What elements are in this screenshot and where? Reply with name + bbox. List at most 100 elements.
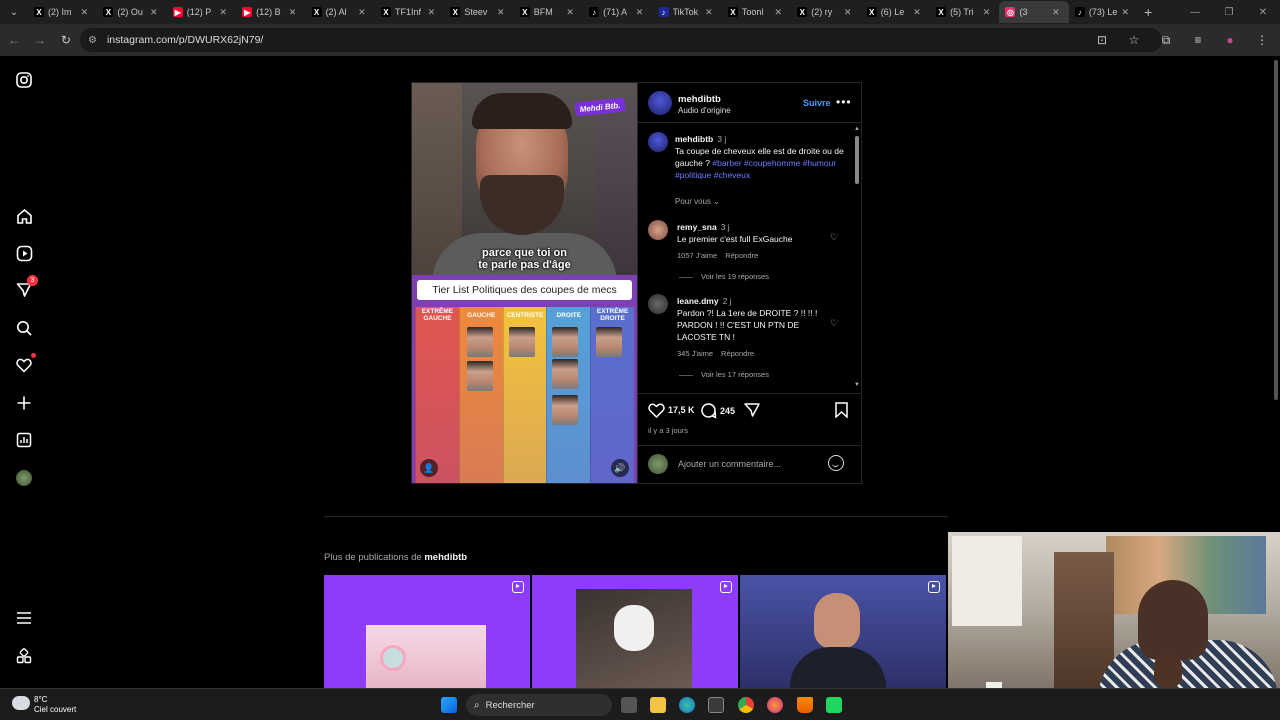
browser-tab[interactable]: X (2) Im ✕ [28, 1, 97, 23]
forward-button[interactable]: → [28, 28, 52, 52]
messages-icon[interactable]: 3 [12, 275, 38, 302]
browser-tab[interactable]: X (6) Le ✕ [861, 1, 930, 23]
like-button[interactable]: 17,5 K [648, 402, 695, 418]
browser-tab[interactable]: X Steev ✕ [444, 1, 513, 23]
firefox-icon[interactable] [767, 697, 783, 713]
reels-icon[interactable] [12, 241, 36, 265]
browser-tab[interactable]: ▶ (12) B ✕ [236, 1, 305, 23]
media-controls-icon[interactable]: ≡ [1186, 28, 1210, 52]
author-username[interactable]: mehdibtb [678, 94, 721, 105]
reply-button[interactable]: Répondre [725, 251, 758, 260]
store-icon[interactable] [708, 697, 724, 713]
browser-tab[interactable]: ♪ (73) Le ✕ [1069, 1, 1138, 23]
scroll-up-arrow[interactable]: ▲ [854, 126, 860, 132]
tab-close-icon[interactable]: ✕ [216, 7, 230, 18]
author-avatar[interactable] [648, 91, 672, 115]
scrollbar-thumb[interactable] [855, 136, 859, 184]
reply-button[interactable]: Répondre [721, 349, 754, 358]
browser-tab[interactable]: X TF1Inf ✕ [375, 1, 444, 23]
post-video[interactable]: Mehdi Btb. parce que toi on te parle pas… [412, 83, 637, 483]
comment-like-icon[interactable]: ♡ [830, 232, 838, 243]
tab-close-icon[interactable]: ✕ [633, 7, 647, 18]
add-comment-input[interactable]: Ajouter un commentaire... [678, 459, 781, 469]
install-app-icon[interactable]: ⊡ [1090, 28, 1114, 52]
tab-close-icon[interactable]: ✕ [494, 7, 508, 18]
tab-close-icon[interactable]: ✕ [979, 7, 993, 18]
tab-close-icon[interactable]: ✕ [77, 7, 91, 18]
tab-close-icon[interactable]: ✕ [702, 7, 716, 18]
cloud-icon[interactable] [12, 696, 30, 710]
comment-avatar[interactable] [648, 220, 668, 240]
grid-post[interactable] [324, 575, 530, 688]
volume-button[interactable]: 🔊 [611, 459, 629, 477]
more-menu-icon[interactable] [12, 606, 36, 630]
more-options-icon[interactable]: ••• [836, 95, 852, 109]
also-from-meta-icon[interactable] [12, 644, 36, 668]
tab-close-icon[interactable]: ✕ [147, 7, 161, 18]
search-icon[interactable] [12, 316, 36, 340]
more-posts-user[interactable]: mehdibtb [424, 552, 467, 563]
app-icon[interactable] [826, 697, 842, 713]
profile-avatar[interactable] [12, 466, 36, 490]
browser-tab[interactable]: X (5) Tri ✕ [930, 1, 999, 23]
instagram-logo-icon[interactable] [12, 68, 36, 92]
audio-label[interactable]: Audio d'origine [678, 106, 731, 115]
comments-scrollbar[interactable]: ▲ ▼ [854, 126, 860, 390]
windows-start-icon[interactable] [441, 697, 457, 713]
dashboard-icon[interactable] [12, 428, 36, 452]
caption-avatar[interactable] [648, 132, 668, 152]
chrome-icon[interactable] [738, 697, 754, 713]
emoji-icon[interactable] [828, 455, 844, 471]
browser-tab[interactable]: ▶ (12) P ✕ [167, 1, 236, 23]
browser-tab[interactable]: X (2) Ou ✕ [97, 1, 166, 23]
task-view-icon[interactable] [621, 697, 637, 713]
grid-post[interactable] [740, 575, 946, 688]
tab-close-icon[interactable]: ✕ [841, 7, 855, 18]
tab-close-icon[interactable]: ✕ [355, 7, 369, 18]
comment-like-icon[interactable]: ♡ [830, 318, 838, 329]
comments-list[interactable]: mehdibtb 3 j Ta coupe de cheveux elle est… [638, 124, 862, 392]
save-bookmark-icon[interactable] [835, 402, 848, 418]
file-explorer-icon[interactable] [650, 697, 666, 713]
profile-icon[interactable]: ● [1218, 28, 1242, 52]
maximize-button[interactable]: ❐ [1212, 0, 1246, 24]
tab-close-icon[interactable]: ✕ [563, 7, 577, 18]
grid-post[interactable] [532, 575, 738, 688]
comment-likes[interactable]: 1057 J'aime [677, 251, 717, 260]
tab-search-button[interactable]: ⌄ [0, 0, 28, 24]
minimize-button[interactable]: — [1178, 0, 1212, 24]
back-button[interactable]: ← [2, 28, 26, 52]
create-icon[interactable] [12, 391, 36, 415]
browser-tab[interactable]: X (2) Al ✕ [306, 1, 375, 23]
extensions-icon[interactable]: ⧉ [1154, 28, 1178, 52]
caption-username[interactable]: mehdibtb [675, 134, 713, 144]
share-button[interactable] [744, 402, 763, 418]
likes-count[interactable]: 17,5 K [668, 405, 695, 415]
comment-username[interactable]: remy_sna [677, 222, 717, 232]
notifications-heart-icon[interactable] [12, 353, 36, 377]
scroll-down-arrow[interactable]: ▼ [854, 382, 860, 388]
vlc-icon[interactable] [797, 697, 813, 713]
reload-button[interactable]: ↻ [54, 28, 78, 52]
browser-tab[interactable]: ◎ (3 ✕ [999, 1, 1069, 23]
tab-close-icon[interactable]: ✕ [286, 7, 300, 18]
edge-icon[interactable] [679, 697, 695, 713]
comment-avatar[interactable] [648, 294, 668, 314]
menu-icon[interactable]: ⋮ [1250, 28, 1274, 52]
tab-close-icon[interactable]: ✕ [1118, 7, 1132, 18]
browser-tab[interactable]: ♪ (71) A ✕ [583, 1, 652, 23]
comment-likes[interactable]: 345 J'aime [677, 349, 713, 358]
url-field[interactable]: ⚙ instagram.com/p/DWURX62jN79/ [80, 28, 1162, 52]
taskbar-search[interactable]: ⌕ Rechercher [466, 694, 612, 716]
tab-close-icon[interactable]: ✕ [771, 7, 785, 18]
weather-widget[interactable]: 8°C Ciel couvert [34, 695, 76, 715]
close-window-button[interactable]: ✕ [1246, 0, 1280, 24]
tab-close-icon[interactable]: ✕ [910, 7, 924, 18]
tab-close-icon[interactable]: ✕ [424, 7, 438, 18]
tagged-users-button[interactable]: 👤 [420, 459, 438, 477]
page-scrollbar-thumb[interactable] [1274, 60, 1278, 400]
tab-close-icon[interactable]: ✕ [1049, 7, 1063, 18]
follow-button[interactable]: Suivre [803, 98, 831, 108]
view-replies-button[interactable]: Voir les 19 réponses [679, 272, 769, 281]
browser-tab[interactable]: X BFM ✕ [514, 1, 583, 23]
